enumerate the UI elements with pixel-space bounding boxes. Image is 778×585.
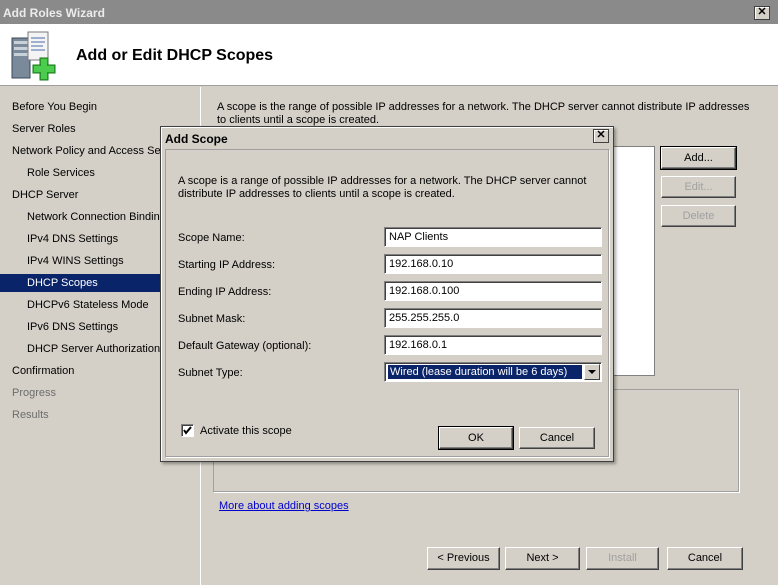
next-button[interactable]: Next > — [505, 547, 580, 570]
delete-scope-button[interactable]: Delete — [661, 205, 736, 227]
dialog-close-button[interactable]: ✕ — [593, 129, 609, 143]
scope-name-field[interactable]: NAP Clients — [384, 227, 602, 247]
ending-ip-field[interactable]: 192.168.0.100 — [384, 281, 602, 301]
starting-ip-field[interactable]: 192.168.0.10 — [384, 254, 602, 274]
install-button[interactable]: Install — [586, 547, 659, 570]
subnet-type-select[interactable]: Wired (lease duration will be 6 days) — [384, 362, 602, 382]
close-icon: ✕ — [757, 6, 767, 18]
window-title: Add Roles Wizard — [3, 6, 105, 20]
page-description: A scope is the range of possible IP addr… — [217, 101, 750, 126]
nav-item-before-you-begin[interactable]: Before You Begin — [12, 98, 200, 116]
close-icon: ✕ — [596, 129, 606, 141]
default-gateway-field[interactable]: 192.168.0.1 — [384, 335, 602, 355]
activate-scope-label: Activate this scope — [200, 425, 292, 437]
activate-scope-checkbox[interactable] — [181, 424, 194, 437]
subnet-type-value: Wired (lease duration will be 6 days) — [387, 364, 583, 380]
dialog-body: A scope is a range of possible IP addres… — [165, 149, 609, 457]
dialog-description: A scope is a range of possible IP addres… — [178, 175, 587, 200]
dialog-title: Add Scope — [163, 129, 611, 147]
ok-button[interactable]: OK — [438, 426, 514, 450]
chevron-down-icon — [588, 370, 596, 374]
starting-ip-label: Starting IP Address: — [178, 259, 276, 271]
window-close-button[interactable]: ✕ — [754, 6, 770, 20]
dropdown-button[interactable] — [584, 364, 600, 380]
previous-button[interactable]: < Previous — [427, 547, 500, 570]
subnet-mask-label: Subnet Mask: — [178, 313, 246, 325]
edit-scope-button[interactable]: Edit... — [661, 176, 736, 198]
cancel-button[interactable]: Cancel — [667, 547, 743, 570]
wizard-header: Add or Edit DHCP Scopes — [0, 24, 778, 86]
page-title: Add or Edit DHCP Scopes — [76, 47, 274, 64]
server-add-icon — [11, 31, 56, 81]
dialog-cancel-button[interactable]: Cancel — [519, 427, 595, 449]
subnet-type-label: Subnet Type: — [178, 367, 243, 379]
ending-ip-label: Ending IP Address: — [178, 286, 272, 298]
default-gateway-label: Default Gateway (optional): — [178, 340, 312, 352]
window-title-bar: Add Roles Wizard — [0, 0, 778, 24]
subnet-mask-field[interactable]: 255.255.255.0 — [384, 308, 602, 328]
more-about-scopes-link[interactable]: More about adding scopes — [219, 500, 349, 512]
checkmark-icon — [183, 426, 192, 435]
add-scope-dialog: Add Scope ✕ A scope is a range of possib… — [160, 126, 614, 462]
add-scope-button[interactable]: Add... — [660, 146, 737, 170]
scope-name-label: Scope Name: — [178, 232, 245, 244]
